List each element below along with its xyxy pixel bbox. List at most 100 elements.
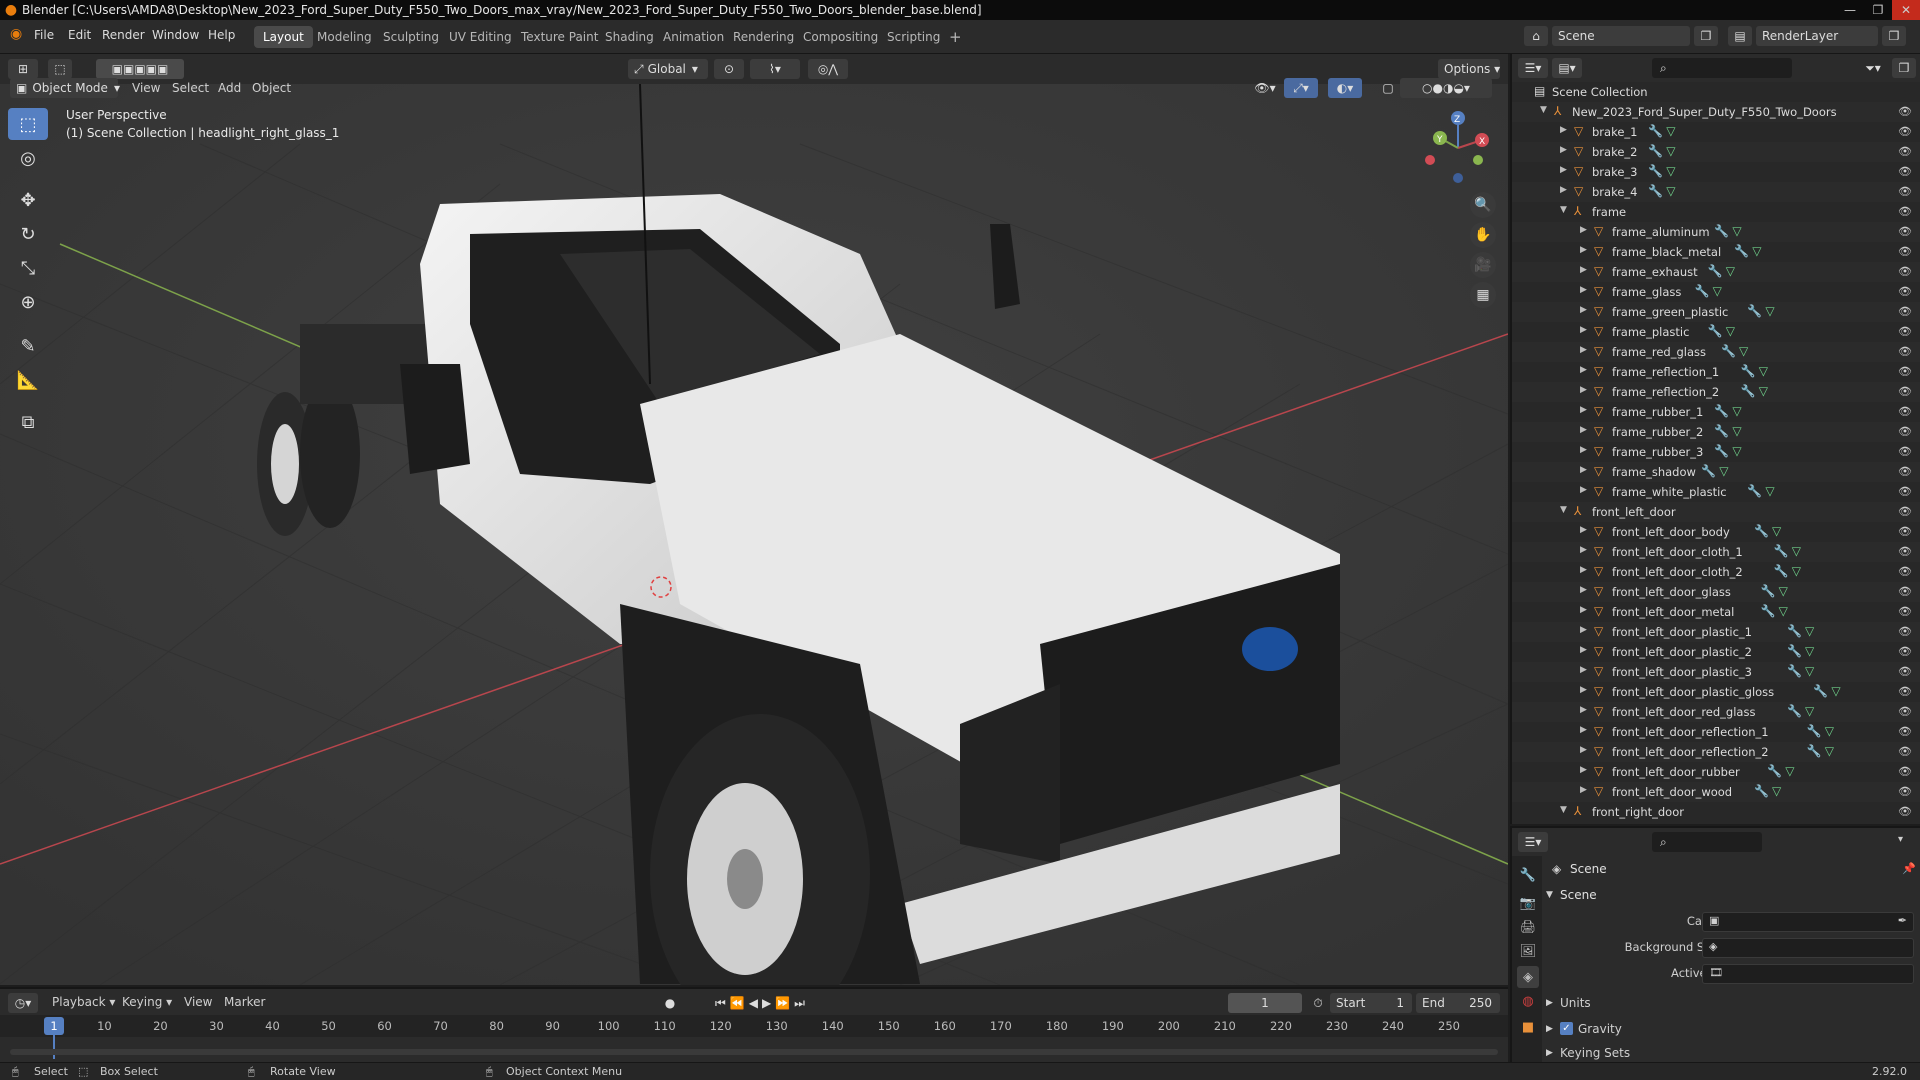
mesh-data-icon[interactable]: ▽ [1772,524,1781,538]
eye-visibility-icon[interactable]: 👁 [1898,185,1912,198]
menu-render[interactable]: Render [102,28,145,42]
eye-visibility-icon[interactable]: 👁 [1898,725,1912,738]
chevron-down-icon[interactable]: ▾ [1898,834,1903,845]
mesh-data-icon[interactable]: ▽ [1759,384,1768,398]
camera-view-icon[interactable]: 🎥 [1470,252,1496,278]
blender-menu-icon[interactable]: ◉ [10,26,22,42]
eye-visibility-icon[interactable]: 👁 [1898,225,1912,238]
close-icon[interactable]: ✕ [1892,0,1920,20]
visibility-icon[interactable]: 👁▾ [1250,78,1280,98]
outliner-object-row[interactable]: ▶ ▽ frame_aluminum 🔧 ▽ 👁 [1512,222,1920,242]
mesh-data-icon[interactable]: ▽ [1765,304,1774,318]
eye-visibility-icon[interactable]: 👁 [1898,525,1912,538]
chevron-right-icon[interactable]: ▶ [1580,725,1587,735]
renderlayer-new-icon[interactable]: ❐ [1882,26,1906,46]
object-tab-icon[interactable]: ■ [1517,1016,1539,1038]
chevron-right-icon[interactable]: ▶ [1580,245,1587,255]
chevron-right-icon[interactable]: ▶ [1580,525,1587,535]
mesh-data-icon[interactable]: ▽ [1792,544,1801,558]
modifier-wrench-icon[interactable]: 🔧 [1648,184,1663,198]
outliner-object-row[interactable]: ▶ ▽ front_left_door_plastic_gloss 🔧 ▽ 👁 [1512,682,1920,702]
mesh-data-icon[interactable]: ▽ [1666,164,1675,178]
background-scene-field[interactable]: ◈ [1702,938,1914,958]
selection-mode-icons[interactable]: ▣▣▣▣▣ [96,59,184,79]
chevron-right-icon[interactable]: ▶ [1580,225,1587,235]
outliner-object-row[interactable]: ▶ ▽ front_left_door_body 🔧 ▽ 👁 [1512,522,1920,542]
chevron-right-icon[interactable]: ▶ [1580,465,1587,475]
scale-tool-icon[interactable]: ⤡ [8,252,48,284]
modifier-wrench-icon[interactable]: 🔧 [1774,544,1789,558]
pan-hand-icon[interactable]: ✋ [1470,222,1496,248]
chevron-right-icon[interactable]: ▶ [1580,425,1587,435]
mesh-data-icon[interactable]: ▽ [1805,624,1814,638]
outliner-object-row[interactable]: ▶ ▽ front_left_door_cloth_1 🔧 ▽ 👁 [1512,542,1920,562]
scene-browse-icon[interactable]: ⌂ [1524,26,1548,46]
minimize-icon[interactable]: — [1836,0,1864,20]
chevron-right-icon[interactable]: ▶ [1580,745,1587,755]
outliner-editor-type-icon[interactable]: ☰▾ [1518,58,1548,78]
chevron-right-icon[interactable]: ▶ [1560,185,1567,195]
modifier-wrench-icon[interactable]: 🔧 [1741,384,1756,398]
modifier-wrench-icon[interactable]: 🔧 [1714,224,1729,238]
navigation-gizmo[interactable]: Z X Y [1418,108,1498,188]
modifier-wrench-icon[interactable]: 🔧 [1787,664,1802,678]
transform-tool-icon[interactable]: ⊕ [8,286,48,318]
chevron-right-icon[interactable]: ▶ [1580,665,1587,675]
modifier-wrench-icon[interactable]: 🔧 [1708,264,1723,278]
mesh-data-icon[interactable]: ▽ [1739,344,1748,358]
chevron-down-icon[interactable]: ▼ [1560,505,1567,515]
chevron-down-icon[interactable]: ▼ [1560,805,1567,815]
mesh-data-icon[interactable]: ▽ [1825,744,1834,758]
eye-visibility-icon[interactable]: 👁 [1898,585,1912,598]
mesh-data-icon[interactable]: ▽ [1732,444,1741,458]
outliner-object-row[interactable]: ▶ ▽ frame_exhaust 🔧 ▽ 👁 [1512,262,1920,282]
outliner-object-row[interactable]: ▶ ▽ frame_plastic 🔧 ▽ 👁 [1512,322,1920,342]
eye-visibility-icon[interactable]: 👁 [1898,125,1912,138]
mesh-data-icon[interactable]: ▽ [1779,604,1788,618]
tab-texture-paint[interactable]: Texture Paint [512,26,607,48]
eye-visibility-icon[interactable]: 👁 [1898,305,1912,318]
chevron-right-icon[interactable]: ▶ [1580,285,1587,295]
modifier-wrench-icon[interactable]: 🔧 [1747,484,1762,498]
snap-icon[interactable]: ⌇▾ [750,59,800,79]
outliner-object-row[interactable]: ▶ ▽ front_left_door_reflection_1 🔧 ▽ 👁 [1512,722,1920,742]
tab-scripting[interactable]: Scripting [878,26,949,48]
modifier-wrench-icon[interactable]: 🔧 [1648,164,1663,178]
chevron-right-icon[interactable]: ▶ [1546,998,1553,1008]
outliner-empty-row[interactable]: ▼ ⅄ front_right_door 👁 [1512,802,1920,822]
modifier-wrench-icon[interactable]: 🔧 [1695,284,1710,298]
menu-edit[interactable]: Edit [68,28,91,42]
mesh-data-icon[interactable]: ▽ [1805,704,1814,718]
move-tool-icon[interactable]: ✥ [8,184,48,216]
filter-icon[interactable]: ⏷▾ [1858,58,1888,78]
render-tab-icon[interactable]: 📷 [1517,892,1539,914]
options-dropdown[interactable]: Options ▾ [1438,59,1500,79]
outliner-object-row[interactable]: ▶ ▽ front_left_door_plastic_2 🔧 ▽ 👁 [1512,642,1920,662]
eye-visibility-icon[interactable]: 👁 [1898,425,1912,438]
mesh-data-icon[interactable]: ▽ [1759,364,1768,378]
chevron-down-icon[interactable]: ▼ [1560,205,1567,215]
modifier-wrench-icon[interactable]: 🔧 [1787,644,1802,658]
ortho-grid-icon[interactable]: ▦ [1470,282,1496,308]
eye-visibility-icon[interactable]: 👁 [1898,205,1912,218]
tab-sculpting[interactable]: Sculpting [374,26,448,48]
tab-compositing[interactable]: Compositing [794,26,887,48]
eyedropper-icon[interactable]: ✒ [1898,914,1907,927]
menu-window[interactable]: Window [152,28,199,42]
chevron-right-icon[interactable]: ▶ [1560,125,1567,135]
modifier-wrench-icon[interactable]: 🔧 [1761,584,1776,598]
chevron-down-icon[interactable]: ▼ [1540,105,1547,115]
eye-visibility-icon[interactable]: 👁 [1898,645,1912,658]
chevron-right-icon[interactable]: ▶ [1580,565,1587,575]
outliner-object-row[interactable]: ▶ ▽ front_left_door_wood 🔧 ▽ 👁 [1512,782,1920,802]
modifier-wrench-icon[interactable]: 🔧 [1741,364,1756,378]
outliner-root-row[interactable]: ▤ Scene Collection [1512,82,1920,102]
outliner-object-row[interactable]: ▶ ▽ frame_shadow 🔧 ▽ 👁 [1512,462,1920,482]
outliner-object-row[interactable]: ▶ ▽ frame_glass 🔧 ▽ 👁 [1512,282,1920,302]
outliner-empty-row[interactable]: ▼ ⅄ front_left_door 👁 [1512,502,1920,522]
chevron-right-icon[interactable]: ▶ [1580,685,1587,695]
chevron-right-icon[interactable]: ▶ [1580,365,1587,375]
outliner-object-row[interactable]: ▶ ▽ brake_2 🔧 ▽ 👁 [1512,142,1920,162]
tab-modeling[interactable]: Modeling [308,26,381,48]
add-cube-tool-icon[interactable]: ⧉ [8,406,48,438]
